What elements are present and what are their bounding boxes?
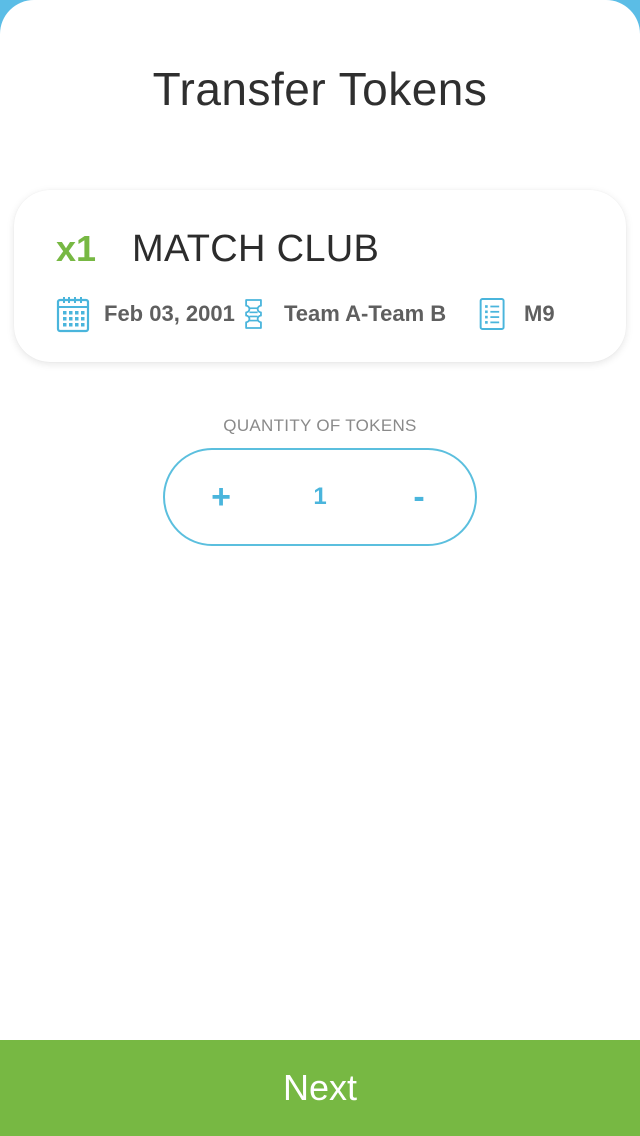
- page-title: Transfer Tokens: [152, 63, 488, 115]
- quantity-stepper: + 1 -: [163, 448, 477, 546]
- calendar-icon: [56, 297, 90, 333]
- event-card: x1 MATCH CLUB Feb 03, 2001 Team A-Team B…: [14, 190, 626, 362]
- event-code: M9: [478, 294, 555, 334]
- event-card-header: x1 MATCH CLUB: [56, 228, 379, 271]
- event-meta-row: Feb 03, 2001 Team A-Team B M9: [56, 294, 616, 334]
- next-button[interactable]: Next: [0, 1040, 640, 1136]
- event-code-text: M9: [524, 301, 555, 326]
- event-teams-text: Team A-Team B: [284, 301, 447, 326]
- event-teams: Team A-Team B: [242, 294, 446, 334]
- list-icon: [479, 298, 505, 330]
- quantity-badge: x1: [56, 228, 97, 269]
- quantity-label: QUANTITY OF TOKENS: [223, 416, 417, 435]
- decrement-button[interactable]: -: [379, 450, 459, 544]
- transfer-sheet: Transfer Tokens x1 MATCH CLUB Feb 03, 20…: [0, 0, 640, 1136]
- event-date: Feb 03, 2001: [56, 294, 235, 334]
- event-date-text: Feb 03, 2001: [104, 301, 235, 326]
- ticket-icon: [245, 299, 262, 329]
- event-name: MATCH CLUB: [132, 228, 380, 270]
